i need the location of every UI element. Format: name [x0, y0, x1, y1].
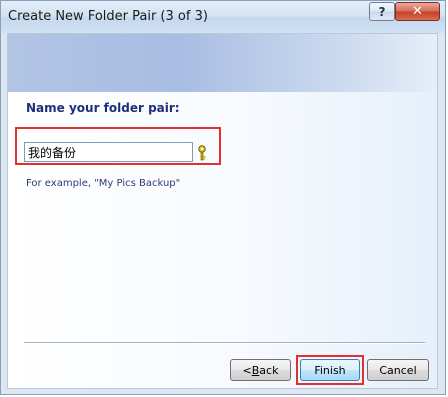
key-icon	[198, 145, 206, 161]
close-icon: ✕	[412, 4, 423, 19]
back-button-rest: ack	[259, 363, 279, 377]
window-title: Create New Folder Pair (3 of 3)	[8, 9, 208, 24]
title-bar[interactable]: Create New Folder Pair (3 of 3) ? ✕	[1, 1, 445, 33]
back-button-mnemonic: B	[251, 363, 260, 377]
help-button[interactable]: ?	[369, 2, 395, 21]
back-button[interactable]: < Back	[230, 359, 291, 381]
cancel-button[interactable]: Cancel	[367, 359, 429, 381]
back-button-prefix: <	[242, 363, 252, 377]
dialog-window: Create New Folder Pair (3 of 3) ? ✕ Name…	[0, 0, 446, 395]
footer-divider	[24, 342, 425, 344]
close-button[interactable]: ✕	[395, 2, 440, 21]
finish-button[interactable]: Finish	[300, 359, 360, 381]
name-prompt-heading: Name your folder pair:	[26, 101, 180, 115]
heading-label: Name your folder pair:	[26, 101, 180, 115]
example-hint: For example, "My Pics Backup"	[26, 178, 181, 189]
folder-pair-name-input[interactable]	[24, 142, 193, 162]
help-icon: ?	[378, 4, 386, 19]
dialog-client-area: Name your folder pair: For example, "My …	[7, 33, 438, 389]
cancel-button-label: Cancel	[379, 363, 417, 377]
header-banner	[8, 34, 437, 92]
finish-button-label: Finish	[314, 363, 346, 377]
